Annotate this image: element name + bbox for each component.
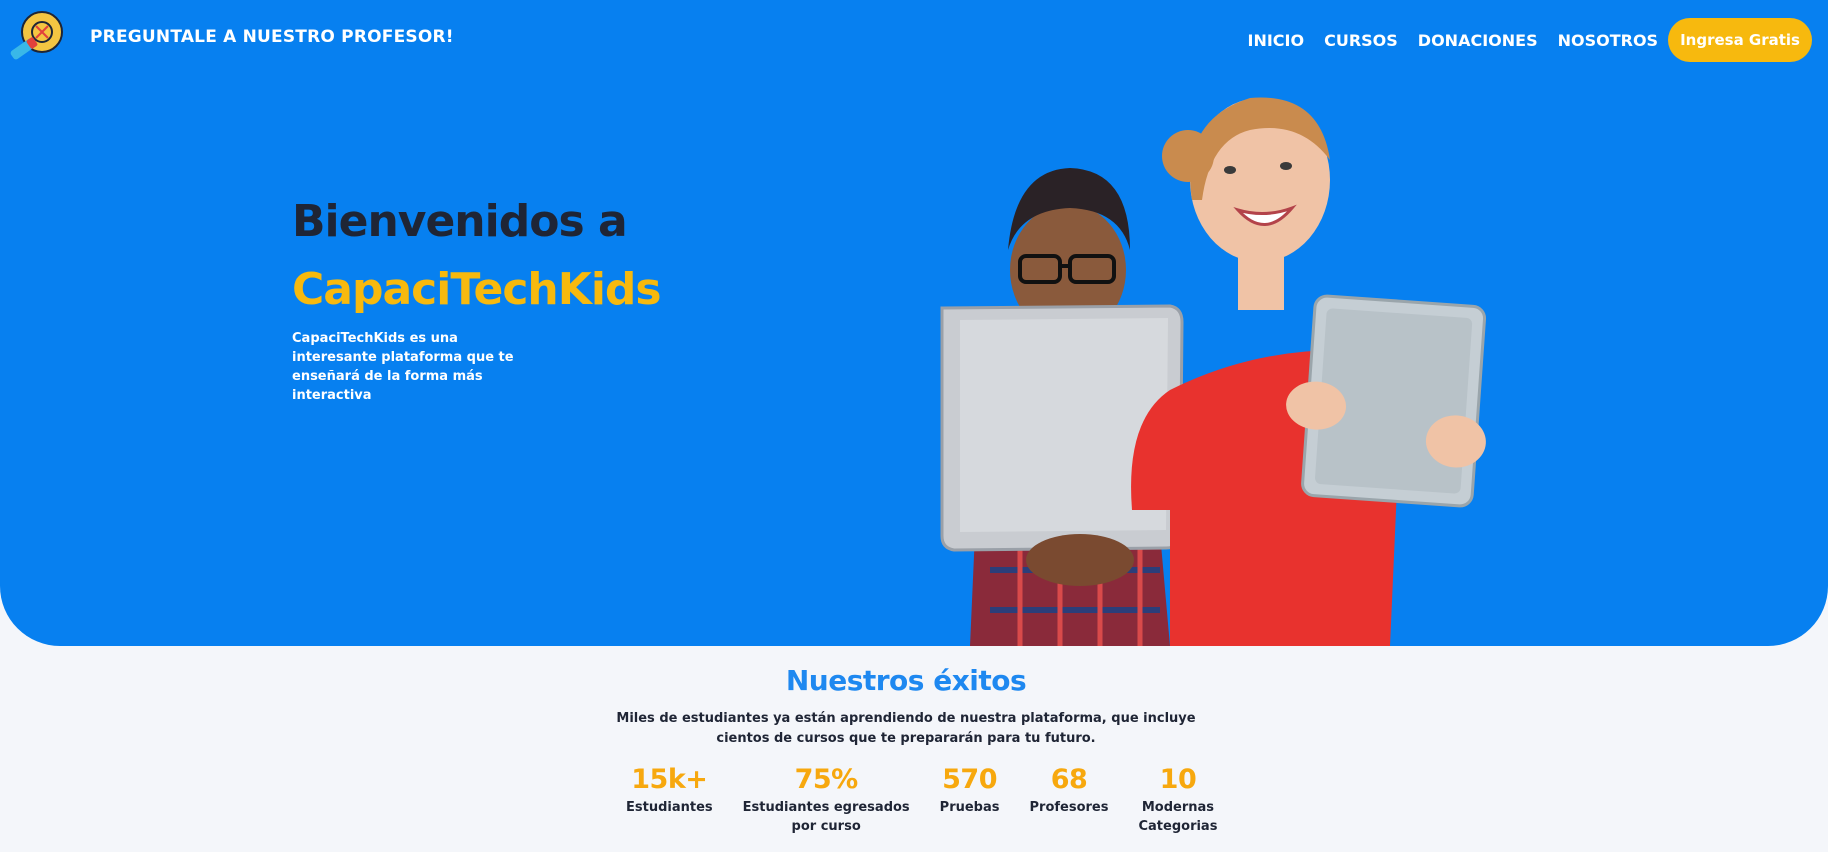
stat-tests: 570 Pruebas bbox=[940, 762, 1000, 817]
nav-cursos[interactable]: CURSOS bbox=[1324, 31, 1398, 50]
hero-description: CapaciTechKids es una interesante plataf… bbox=[292, 331, 514, 403]
stat-label: Profesores bbox=[1029, 800, 1109, 815]
signup-button[interactable]: Ingresa Gratis bbox=[1668, 18, 1812, 62]
section-description-line: Miles de estudiantes ya están aprendiend… bbox=[616, 711, 1196, 726]
stat-value: 75% bbox=[794, 764, 859, 795]
stat-categories: 10 Modernas Categorias bbox=[1138, 762, 1217, 836]
nav-nosotros[interactable]: NOSOTROS bbox=[1558, 31, 1658, 50]
section-description: Miles de estudiantes ya están aprendiend… bbox=[0, 709, 1812, 749]
nav-inicio[interactable]: INICIO bbox=[1248, 31, 1305, 50]
stats-row: 15k+ Estudiantes 75% Estudiantes egresad… bbox=[626, 762, 1247, 836]
stat-value: 570 bbox=[942, 764, 998, 795]
section-description-line: cientos de cursos que te prepararán para… bbox=[716, 731, 1096, 746]
stat-graduates: 75% Estudiantes egresados por curso bbox=[743, 762, 910, 836]
stat-label: Modernas Categorias bbox=[1138, 800, 1218, 834]
hero-section: PREGUNTALE A NUESTRO PROFESOR! INICIO CU… bbox=[0, 0, 1828, 646]
stat-label: Estudiantes bbox=[626, 800, 713, 815]
tablet-figure bbox=[1286, 294, 1487, 508]
stat-students: 15k+ Estudiantes bbox=[626, 762, 713, 817]
hero-brand-title: CapaciTechKids bbox=[292, 264, 662, 315]
hero-title: Bienvenidos a bbox=[292, 196, 628, 247]
logo-icon[interactable] bbox=[6, 10, 64, 68]
stat-label: Estudiantes egresados por curso bbox=[742, 800, 910, 834]
stat-value: 68 bbox=[1050, 764, 1088, 795]
main-nav: INICIO CURSOS DONACIONES NOSOTROS Ingres… bbox=[1228, 18, 1812, 62]
stat-value: 15k+ bbox=[631, 764, 708, 795]
stat-label: Pruebas bbox=[939, 800, 1000, 815]
stat-value: 10 bbox=[1159, 764, 1197, 795]
stat-teachers: 68 Profesores bbox=[1030, 762, 1109, 817]
brand-text[interactable]: PREGUNTALE A NUESTRO PROFESOR! bbox=[90, 27, 454, 47]
section-title: Nuestros éxitos bbox=[785, 664, 1027, 697]
nav-donaciones[interactable]: DONACIONES bbox=[1418, 31, 1538, 50]
kids-illustration bbox=[940, 97, 1487, 646]
